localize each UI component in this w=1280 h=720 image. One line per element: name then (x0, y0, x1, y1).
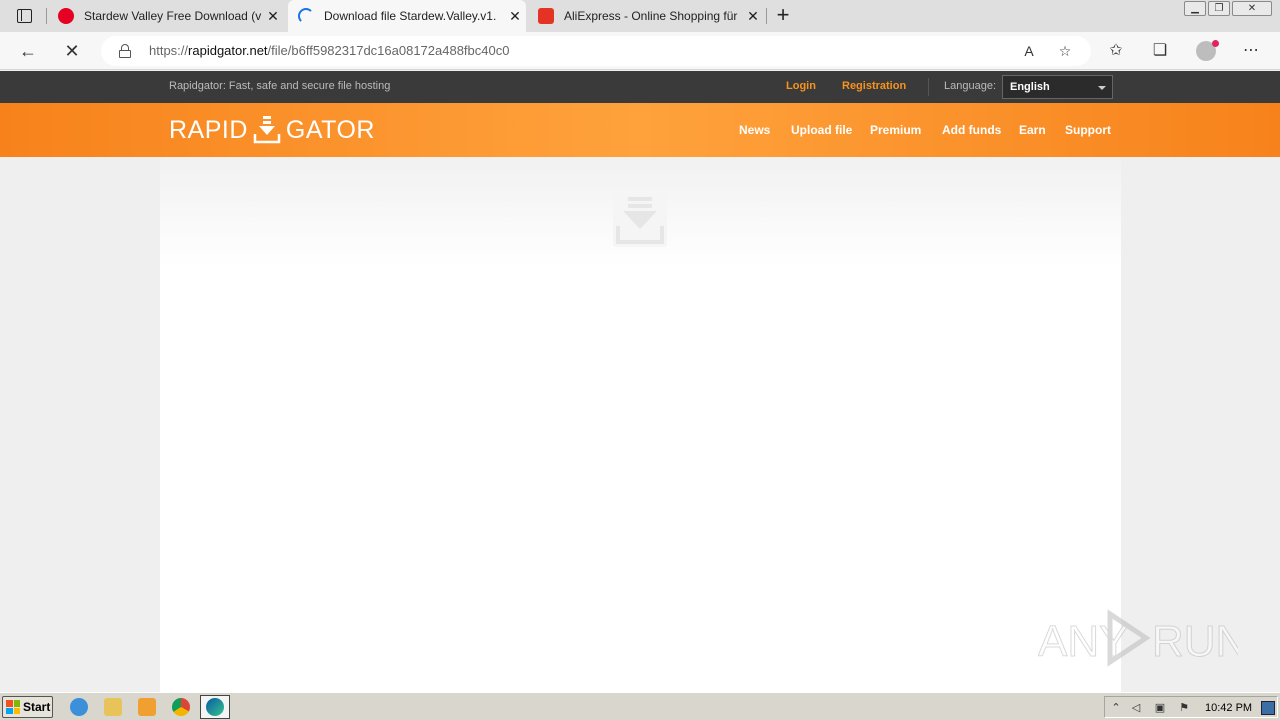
site-top-bar: Rapidgator: Fast, safe and secure file h… (0, 71, 1280, 103)
chevron-down-icon (1098, 86, 1106, 90)
site-header: RAPID GATOR News Upload file Premium Add… (0, 103, 1280, 157)
close-tab-icon[interactable]: ✕ (504, 8, 526, 25)
language-select[interactable]: English (1002, 75, 1113, 99)
site-logo[interactable]: RAPID GATOR (169, 115, 375, 145)
tab-aliexpress[interactable]: AliExpress - Online Shopping für ✕ (528, 0, 764, 32)
stop-loading-button[interactable]: ✕ (60, 39, 84, 63)
aliexpress-icon (538, 8, 554, 24)
favorites-icon[interactable]: ✩ (1105, 40, 1127, 62)
logo-text-left: RAPID (169, 115, 248, 144)
watermark-text-right: RUN (1152, 617, 1238, 666)
anyrun-watermark: ANY RUN (1038, 608, 1248, 668)
windows-logo-icon (6, 700, 20, 714)
os-taskbar: Start ⌃ ◁ ▣ ⚑ 10:42 PM (0, 692, 1280, 720)
download-icon (252, 115, 282, 145)
language-value: English (1010, 81, 1050, 93)
tab-separator (46, 8, 47, 24)
more-menu-icon[interactable]: ⋯ (1240, 40, 1262, 62)
tab-actions-button[interactable] (10, 6, 38, 26)
media-player-icon[interactable] (138, 698, 156, 716)
show-hidden-icons-icon[interactable]: ⌃ (1109, 701, 1123, 715)
nav-premium[interactable]: Premium (870, 123, 921, 137)
internet-explorer-icon[interactable] (70, 698, 88, 716)
nav-earn[interactable]: Earn (1019, 123, 1046, 137)
registration-link[interactable]: Registration (842, 80, 906, 92)
add-favorite-icon[interactable]: ☆ (1054, 41, 1076, 61)
tab-rapidgator[interactable]: Download file Stardew.Valley.v1. ✕ (288, 0, 526, 32)
address-bar[interactable]: https://rapidgator.net/file/b6ff5982317d… (101, 36, 1091, 66)
window-close-button[interactable]: ✕ (1232, 1, 1272, 16)
nav-support[interactable]: Support (1065, 123, 1111, 137)
close-tab-icon[interactable]: ✕ (262, 8, 284, 25)
tab-title: Download file Stardew.Valley.v1. (324, 9, 497, 23)
read-aloud-icon[interactable]: A (1018, 41, 1040, 61)
action-center-flag-icon[interactable]: ⚑ (1177, 701, 1191, 715)
edge-icon (206, 698, 224, 716)
edge-taskbar-button[interactable] (200, 695, 230, 719)
system-tray: ⌃ ◁ ▣ ⚑ 10:42 PM (1104, 696, 1278, 718)
browser-toolbar: ← ✕ https://rapidgator.net/file/b6ff5982… (0, 32, 1280, 70)
start-button[interactable]: Start (2, 696, 53, 718)
language-label: Language: (944, 80, 996, 92)
pinterest-icon (58, 8, 74, 24)
restore-button[interactable]: ❐ (1208, 1, 1230, 16)
start-label: Start (23, 700, 51, 714)
volume-icon[interactable]: ◁ (1129, 701, 1143, 715)
tab-title: Stardew Valley Free Download (v (84, 9, 262, 23)
site-tagline: Rapidgator: Fast, safe and secure file h… (169, 80, 391, 92)
chrome-icon[interactable] (172, 698, 190, 716)
nav-news[interactable]: News (739, 123, 770, 137)
network-icon[interactable]: ▣ (1153, 701, 1167, 715)
new-tab-button[interactable]: + (772, 4, 794, 26)
close-tab-icon[interactable]: ✕ (742, 8, 764, 25)
file-explorer-icon[interactable] (104, 698, 122, 716)
login-link[interactable]: Login (786, 80, 816, 92)
url-text[interactable]: https://rapidgator.net/file/b6ff5982317d… (149, 43, 509, 58)
tab-stardew[interactable]: Stardew Valley Free Download (v ✕ (48, 0, 284, 32)
collections-icon[interactable]: ❏ (1149, 40, 1171, 62)
tab-actions-icon (16, 9, 32, 23)
divider (928, 78, 929, 96)
browser-tab-strip: Stardew Valley Free Download (v ✕ Downlo… (0, 0, 1280, 32)
main-content (160, 157, 1121, 692)
clock[interactable]: 10:42 PM (1205, 702, 1252, 714)
back-button[interactable]: ← (16, 39, 40, 63)
tab-separator (766, 8, 767, 24)
show-desktop-icon[interactable] (1261, 701, 1275, 715)
loading-icon (298, 8, 314, 24)
nav-add-funds[interactable]: Add funds (942, 123, 1001, 137)
tab-title: AliExpress - Online Shopping für (564, 9, 738, 23)
profile-avatar[interactable] (1196, 40, 1219, 61)
download-loading-icon (613, 193, 667, 247)
lock-icon[interactable] (119, 44, 131, 58)
minimize-button[interactable]: ▁ (1184, 1, 1206, 16)
logo-text-right: GATOR (285, 115, 375, 144)
nav-upload-file[interactable]: Upload file (791, 123, 852, 137)
